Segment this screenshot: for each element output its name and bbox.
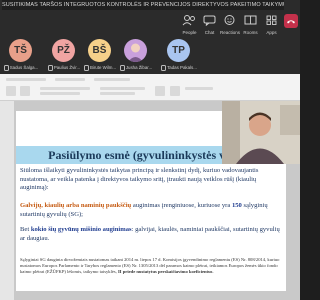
chat-label: Chat <box>204 30 215 35</box>
avatar: TP <box>167 39 190 62</box>
participant-tile[interactable]: TP Tadas Pakals... <box>161 36 197 74</box>
apps-button[interactable]: Apps <box>262 13 281 39</box>
participant-name: Sadus Šalga... <box>3 65 39 71</box>
profile-photo-icon <box>128 43 143 62</box>
slide-bullet: Galvijų, kiaulių arba naminių paukščių a… <box>20 202 268 218</box>
mic-icon <box>83 65 89 71</box>
chat-button[interactable]: Chat <box>200 13 219 39</box>
mic-icon <box>161 65 167 71</box>
slide-footnote: Sąlyginiai SG dauginta dirvožemiais nust… <box>20 257 280 274</box>
avatar <box>124 39 147 62</box>
rooms-button[interactable]: Rooms <box>241 13 260 39</box>
avatar: PŽ <box>52 39 75 62</box>
participant-tile[interactable]: BŠ Birute Wilm... <box>82 36 118 74</box>
participant-name: Jusha Žibar... <box>118 65 154 71</box>
apps-label: Apps <box>266 30 277 35</box>
meeting-toolbar: SUSITIKIMAS TARŠOS INTEGRUOTOS KONTROLĖS… <box>0 0 300 74</box>
shared-presentation: Pasiūlymo esmė (gyvulininkystės veikla) … <box>0 74 300 300</box>
mic-icon <box>119 65 125 71</box>
participant-tile[interactable]: Jusha Žibar... <box>118 36 154 74</box>
presenter-video <box>222 101 300 164</box>
participant-name: Paulius Žvir... <box>46 65 82 71</box>
reactions-button[interactable]: Reactions <box>220 13 241 39</box>
mic-icon <box>47 65 53 71</box>
people-icon <box>182 15 195 26</box>
mic-icon <box>3 65 9 71</box>
rooms-label: Rooms <box>243 30 258 35</box>
apps-icon <box>266 15 277 25</box>
presenter-video-feed <box>222 101 300 164</box>
participant-name: Birute Wilm... <box>82 65 118 71</box>
share-title-banner: SUSITIKIMAS TARŠOS INTEGRUOTOS KONTROLĖS… <box>2 0 284 10</box>
rooms-icon <box>244 15 257 25</box>
participant-tile[interactable]: PŽ Paulius Žvir... <box>46 36 82 74</box>
chat-icon <box>203 15 216 26</box>
participant-tile[interactable]: TŠ Sadus Šalga... <box>3 36 39 74</box>
slide-bullet: Bet kokio šių gyvūnų mišinio auginimas: … <box>20 226 280 242</box>
reactions-label: Reactions <box>220 30 241 35</box>
hang-up-icon <box>287 20 295 24</box>
slide-thumbnail-pane[interactable] <box>0 101 14 300</box>
avatar: TŠ <box>9 39 32 62</box>
leave-button[interactable] <box>284 14 298 28</box>
ppt-ribbon <box>0 74 300 101</box>
reactions-icon <box>224 15 235 25</box>
people-label: People <box>182 30 197 35</box>
participant-name: Tadas Pakals... <box>161 65 197 71</box>
slide-paragraph: Siūloma išlaikyti gyvulininkystės taikyt… <box>20 167 259 192</box>
avatar: BŠ <box>88 39 111 62</box>
